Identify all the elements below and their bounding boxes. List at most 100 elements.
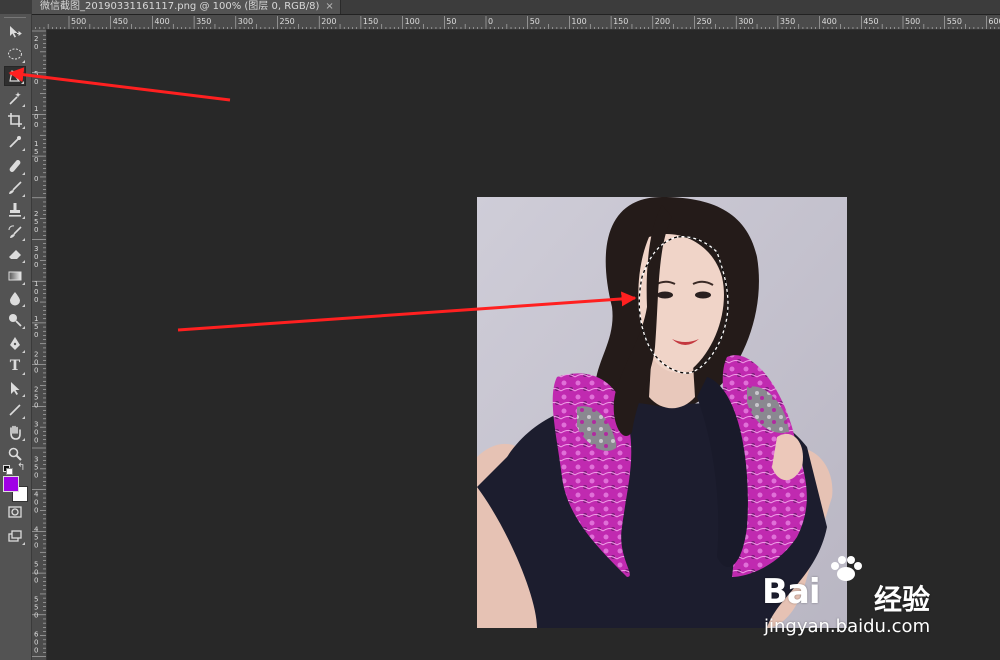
foreground-color-swatch[interactable] — [3, 476, 19, 492]
pen-icon — [10, 337, 20, 350]
ruler-label: 5 — [34, 560, 38, 568]
ruler-label: 1 — [34, 140, 38, 148]
ruler-label: 3 — [34, 455, 38, 463]
dodge-tool[interactable] — [4, 310, 26, 330]
ruler-label: 0 — [34, 175, 38, 183]
brush-icon — [9, 181, 22, 194]
clone-stamp-tool[interactable] — [4, 200, 26, 220]
baidu-jingyan-watermark: Bai 经验 jingyan.baidu.com — [762, 554, 992, 644]
ruler-label: 0 — [34, 331, 38, 339]
ruler-label: 4 — [34, 525, 39, 533]
healing-brush-tool[interactable] — [4, 156, 26, 176]
ruler-label: 2 — [34, 385, 38, 393]
eraser-tool[interactable] — [4, 244, 26, 264]
quick-mask-icon — [8, 506, 22, 518]
quick-mask-button[interactable] — [4, 502, 26, 522]
ruler-label: 0 — [34, 261, 38, 269]
elliptical-marquee-tool[interactable] — [4, 44, 26, 64]
eyedropper-icon — [9, 136, 21, 148]
ruler-label: 5 — [34, 218, 38, 226]
pen-tool[interactable] — [4, 334, 26, 354]
path-selection-tool[interactable] — [4, 378, 26, 398]
ruler-label: 350 — [196, 17, 211, 26]
line-icon — [9, 404, 21, 416]
ruler-label: 0 — [34, 121, 38, 129]
ruler-label: 0 — [34, 78, 38, 86]
ruler-label: 1 — [34, 280, 38, 288]
gradient-icon — [8, 271, 22, 281]
move-icon — [10, 26, 22, 38]
ruler-label: 0 — [34, 358, 38, 366]
screen-mode-button[interactable] — [4, 526, 26, 546]
ruler-label: 300 — [738, 17, 753, 26]
ruler-label: 0 — [34, 113, 38, 121]
ruler-label: 2 — [34, 210, 38, 218]
ruler-label: 50 — [530, 17, 540, 26]
close-tab-icon[interactable]: × — [325, 1, 333, 12]
ruler-label: 0 — [488, 17, 493, 26]
ruler-label: 0 — [34, 638, 38, 646]
ruler-label: 250 — [280, 17, 295, 26]
tools-panel: T ↰ — [0, 14, 32, 660]
polygonal-lasso-tool[interactable] — [4, 66, 26, 86]
ruler-label: 0 — [34, 226, 38, 234]
droplet-icon — [10, 292, 20, 306]
magic-wand-icon — [9, 92, 21, 105]
arrow-cursor-icon — [11, 382, 20, 395]
swap-colors-icon[interactable]: ↰ — [17, 462, 25, 473]
ruler-label: 0 — [34, 296, 38, 304]
history-brush-tool[interactable] — [4, 222, 26, 242]
ruler-label: 0 — [34, 156, 38, 164]
ruler-label: 500 — [905, 17, 920, 26]
panel-grip[interactable] — [4, 14, 26, 22]
ruler-label: 300 — [238, 17, 253, 26]
ruler-label: 0 — [34, 428, 38, 436]
ruler-label: 150 — [363, 17, 378, 26]
crop-tool[interactable] — [4, 110, 26, 130]
magnifier-icon — [8, 447, 22, 461]
gradient-tool[interactable] — [4, 266, 26, 286]
ruler-label: 200 — [321, 17, 336, 26]
document-tab[interactable]: 微信截图_20190331161117.png @ 100% (图层 0, RG… — [32, 0, 341, 14]
ruler-label: 0 — [34, 498, 38, 506]
ruler-label: 2 — [34, 350, 38, 358]
ruler-label: 600 — [988, 17, 1000, 26]
move-tool[interactable] — [4, 22, 26, 42]
zoom-tool[interactable] — [4, 444, 26, 464]
stamp-icon — [9, 203, 21, 217]
vertical-ruler[interactable]: 2050100150025030010015020025030035040045… — [32, 29, 47, 660]
ruler-label: 5 — [34, 603, 38, 611]
hand-icon — [10, 425, 21, 440]
ruler-label: 0 — [34, 506, 38, 514]
bandage-icon — [9, 160, 21, 172]
magic-wand-tool[interactable] — [4, 88, 26, 108]
ruler-label: 50 — [446, 17, 456, 26]
ruler-label: 0 — [34, 436, 38, 444]
horizontal-ruler[interactable]: 500 450 400 350 300 250 200 150 100 50 0 50 100 150 20… — [32, 15, 1000, 30]
ruler-label: 550 — [947, 17, 962, 26]
document-tab-title: 微信截图_20190331161117.png @ 100% (图层 0, RG… — [40, 1, 320, 12]
type-icon: T — [9, 358, 21, 374]
ruler-label: 4 — [34, 490, 39, 498]
ruler-label: 1 — [34, 315, 38, 323]
ruler-label: 5 — [34, 463, 38, 471]
line-tool[interactable] — [4, 400, 26, 420]
watermark-url: jingyan.baidu.com — [764, 616, 931, 637]
blur-tool[interactable] — [4, 288, 26, 308]
type-tool[interactable]: T — [4, 356, 26, 376]
ellipse-marquee-icon — [8, 48, 22, 60]
crop-icon — [8, 113, 22, 127]
ruler-label: 6 — [34, 630, 39, 638]
paw-logo-icon — [831, 556, 862, 581]
default-colors-icon[interactable] — [3, 465, 13, 475]
ruler-label: 0 — [34, 646, 38, 654]
brush-tool[interactable] — [4, 178, 26, 198]
ruler-label: 500 — [71, 17, 86, 26]
ruler-label: 0 — [34, 366, 38, 374]
eyedropper-tool[interactable] — [4, 132, 26, 152]
hand-tool[interactable] — [4, 422, 26, 442]
ruler-label: 0 — [34, 541, 38, 549]
ruler-label: 450 — [113, 17, 128, 26]
history-brush-icon — [8, 225, 22, 238]
ruler-label: 5 — [34, 595, 38, 603]
